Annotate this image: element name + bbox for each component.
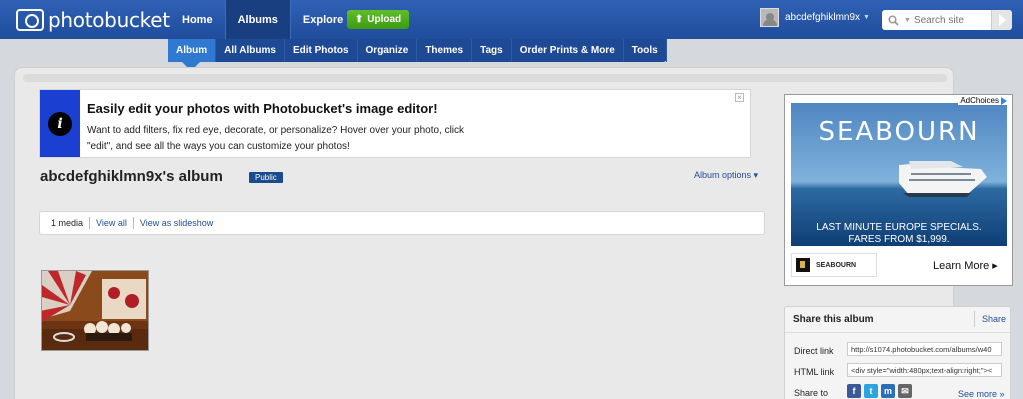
- adchoices-icon: [1001, 96, 1007, 105]
- subnav-album[interactable]: Album: [168, 39, 217, 62]
- media-bar: 1 media View all View as slideshow: [39, 211, 765, 235]
- nav-explore[interactable]: Explore: [291, 0, 355, 39]
- main-nav: Home Albums Explore: [170, 0, 355, 39]
- view-slideshow-link[interactable]: View as slideshow: [134, 217, 219, 229]
- ad-tagline: LAST MINUTE EUROPE SPECIALS. FARES FROM …: [791, 222, 1007, 246]
- subnav-tags[interactable]: Tags: [472, 39, 512, 62]
- adchoices-label: AdChoices: [960, 96, 999, 105]
- email-icon[interactable]: ✉: [898, 384, 912, 398]
- ad-footer-logo: SEABOURN: [791, 253, 877, 277]
- adchoices-link[interactable]: AdChoices: [958, 96, 1009, 105]
- share-panel: Share this album Share Direct link http:…: [784, 306, 1011, 399]
- play-arrow-icon: [998, 14, 1006, 26]
- nav-home[interactable]: Home: [170, 0, 225, 39]
- search-input[interactable]: [913, 14, 989, 26]
- direct-link-field[interactable]: http://s1074.photobucket.com/albums/w40: [847, 342, 1002, 356]
- share-button[interactable]: Share: [974, 311, 1006, 327]
- notice-line-2: "edit", and see all the ways you can cus…: [87, 141, 350, 152]
- close-icon[interactable]: ×: [735, 93, 744, 102]
- privacy-badge[interactable]: Public: [249, 172, 283, 183]
- ad-banner-image[interactable]: SEABOURN LAST MINUTE EUROPE SPECIALS. FA…: [791, 103, 1007, 246]
- nav-albums[interactable]: Albums: [224, 0, 291, 39]
- album-title: abcdefghiklmn9x's album: [40, 168, 223, 185]
- upload-button[interactable]: ⬆ Upload: [347, 10, 409, 29]
- subnav-all-albums[interactable]: All Albums: [216, 39, 285, 62]
- twitter-icon[interactable]: t: [864, 384, 878, 398]
- camera-icon: [16, 9, 44, 31]
- subnav-themes[interactable]: Themes: [417, 39, 473, 62]
- view-all-link[interactable]: View all: [90, 217, 134, 229]
- editor-notice: i Easily edit your photos with Photobuck…: [39, 89, 751, 158]
- ad-learn-more[interactable]: Learn More ▸: [933, 259, 998, 272]
- seabourn-advertisement[interactable]: SEABOURN LAST MINUTE EUROPE SPECIALS. FA…: [784, 94, 1013, 286]
- notice-title: Easily edit your photos with Photobucket…: [87, 101, 438, 116]
- html-link-field[interactable]: <div style="width:480px;text-align:right…: [847, 363, 1002, 377]
- album-options-dropdown[interactable]: Album options ▾: [694, 170, 758, 181]
- photobucket-logo[interactable]: photobucket: [16, 8, 170, 32]
- notice-line-1: Want to add filters, fix red eye, decora…: [87, 125, 465, 136]
- share-title: Share this album: [793, 314, 874, 325]
- search-go-button[interactable]: [991, 10, 1012, 30]
- seabourn-logo-icon: [796, 258, 810, 272]
- search-scope-chevron-icon[interactable]: ▼: [904, 17, 911, 24]
- chevron-down-icon: ▼: [863, 14, 870, 21]
- ad-tagline-2: FARES FROM $1,999.: [848, 234, 950, 245]
- subnav-tools[interactable]: Tools: [624, 39, 667, 62]
- upload-arrow-icon: ⬆: [354, 14, 364, 25]
- sub-nav: Album All Albums Edit Photos Organize Th…: [168, 39, 667, 62]
- notice-icon-block: i: [40, 90, 80, 157]
- username: abcdefghiklmn9x: [785, 12, 861, 23]
- subnav-order-prints[interactable]: Order Prints & More: [512, 39, 624, 62]
- photo-thumbnail[interactable]: [41, 270, 149, 351]
- logo-text: photobucket: [48, 8, 170, 32]
- see-more-link[interactable]: See more »: [958, 389, 1005, 399]
- ad-footer-brand: SEABOURN: [816, 261, 857, 269]
- share-header: Share this album Share: [785, 307, 1010, 333]
- upload-label: Upload: [367, 14, 402, 25]
- search-icon[interactable]: [882, 14, 904, 26]
- user-menu[interactable]: abcdefghiklmn9x ▼: [760, 8, 870, 27]
- html-link-label: HTML link: [794, 367, 835, 377]
- avatar: [760, 8, 779, 27]
- share-to-label: Share to: [794, 388, 829, 398]
- notice-body: Want to add filters, fix red eye, decora…: [87, 123, 517, 155]
- subnav-organize[interactable]: Organize: [358, 39, 418, 62]
- direct-link-label: Direct link: [794, 346, 834, 356]
- top-bar: photobucket Home Albums Explore ⬆ Upload…: [0, 0, 1023, 39]
- myspace-icon[interactable]: m: [881, 384, 895, 398]
- search-box: ▼: [882, 10, 1012, 30]
- facebook-icon[interactable]: f: [847, 384, 861, 398]
- info-icon: i: [48, 111, 72, 136]
- media-count: 1 media: [45, 217, 91, 229]
- subnav-edit-photos[interactable]: Edit Photos: [285, 39, 358, 62]
- ad-tagline-1: LAST MINUTE EUROPE SPECIALS.: [816, 222, 982, 233]
